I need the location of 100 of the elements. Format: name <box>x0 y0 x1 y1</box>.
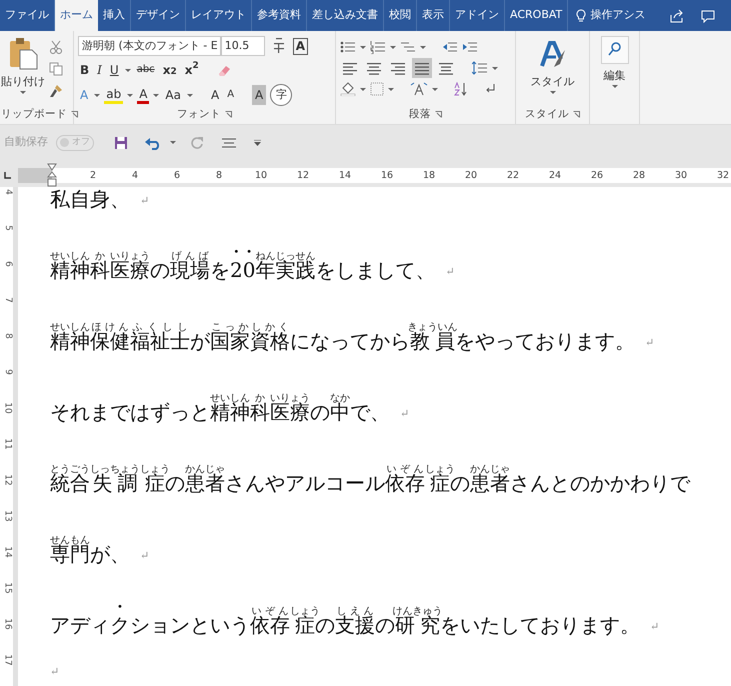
strikethrough-button[interactable]: abc <box>134 60 157 80</box>
ruler-number: 26 <box>590 169 604 183</box>
ruler-number: 24 <box>548 169 562 183</box>
grow-font-button[interactable]: A <box>208 85 222 105</box>
caret-icon[interactable] <box>186 94 193 96</box>
launcher-icon[interactable] <box>225 111 232 118</box>
styles-button[interactable]: スタイル <box>530 74 574 90</box>
comment-icon[interactable] <box>701 8 716 22</box>
ruler-number: 32 <box>716 169 730 183</box>
enclose-characters-button[interactable]: 字 <box>270 84 292 106</box>
editing-button[interactable]: 編集 <box>604 68 626 84</box>
launcher-icon[interactable] <box>435 111 442 118</box>
ruler-number: 6 <box>1 261 14 267</box>
ruler-number: 5 <box>1 225 14 231</box>
menu-icon[interactable] <box>222 136 236 148</box>
increase-indent-icon[interactable] <box>462 40 478 54</box>
character-shading-button[interactable]: A <box>252 85 266 105</box>
caret-icon[interactable] <box>127 94 134 96</box>
multilevel-list-icon[interactable] <box>400 40 416 54</box>
caret-icon[interactable] <box>360 46 366 48</box>
paragraph-mark: ↵ <box>50 664 60 680</box>
ruler-number: 14 <box>338 169 352 183</box>
italic-button[interactable]: I <box>95 60 104 80</box>
paragraph-mark: ↵ <box>650 618 660 634</box>
caret-icon[interactable] <box>432 88 438 90</box>
caret-icon[interactable] <box>360 88 366 90</box>
ruler-number: 20 <box>464 169 478 183</box>
style-brush-icon[interactable] <box>538 40 568 70</box>
highlight-button[interactable]: ab <box>104 86 124 104</box>
bold-button[interactable]: B <box>78 60 92 80</box>
caret-icon[interactable] <box>550 90 556 94</box>
caret-icon[interactable] <box>153 94 160 96</box>
caret-icon[interactable] <box>612 84 618 88</box>
paint-bucket-icon[interactable] <box>340 82 356 96</box>
numbering-icon[interactable] <box>370 40 386 54</box>
ruler-number: 16 <box>380 169 394 183</box>
ruler-number: 12 <box>1 474 14 486</box>
body-text: 私自身、 <box>50 188 130 211</box>
caret-icon[interactable] <box>390 46 396 48</box>
asian-layout-icon[interactable] <box>410 82 428 96</box>
ruler-number: 16 <box>1 618 14 630</box>
tab-selector-icon[interactable] <box>3 171 12 180</box>
ruler-number: 13 <box>1 510 14 522</box>
caret-icon[interactable] <box>20 90 26 94</box>
justify-icon[interactable] <box>412 58 432 78</box>
ruler-number: 9 <box>1 369 14 375</box>
ruler-number: 15 <box>1 582 14 594</box>
ruler-number: 10 <box>1 402 14 414</box>
font-name-field[interactable]: 游明朝 (本文のフォント - E <box>78 36 221 56</box>
caret-icon[interactable] <box>124 68 131 72</box>
borders-icon[interactable] <box>370 82 384 96</box>
group-label: 段落 <box>409 106 431 122</box>
caret-icon[interactable] <box>388 88 394 90</box>
ruler-number: 6 <box>172 169 182 183</box>
ruler-number: 30 <box>674 169 688 183</box>
ribbon-tab[interactable]: ホーム <box>55 0 98 31</box>
font-color-button[interactable]: A <box>137 86 150 104</box>
ruler-number: 8 <box>1 333 14 339</box>
indent-marker-icon[interactable] <box>47 163 57 187</box>
ruler-number: 14 <box>1 546 14 558</box>
shrink-font-button[interactable]: A <box>225 85 236 105</box>
brush-icon[interactable] <box>49 84 63 98</box>
paragraph-mark: ↵ <box>140 192 150 208</box>
bullets-icon[interactable] <box>340 40 356 54</box>
clipboard-icon[interactable] <box>8 36 38 70</box>
ruler-number: 2 <box>88 169 98 183</box>
sort-icon[interactable] <box>454 82 468 96</box>
paragraph-mark: ↵ <box>445 264 455 280</box>
subscript-button[interactable]: x$_{2}$ <box>160 60 179 80</box>
underline-button[interactable]: U <box>108 60 121 80</box>
share-icon[interactable] <box>669 8 686 22</box>
furigana-icon[interactable] <box>272 38 285 54</box>
superscript-button[interactable]: x$^{2}$ <box>182 60 201 80</box>
caret-icon[interactable] <box>420 46 426 48</box>
paste-button[interactable]: 貼り付け <box>1 74 45 90</box>
copy-icon[interactable] <box>49 62 63 76</box>
launcher-icon[interactable] <box>573 111 580 118</box>
scissors-icon[interactable] <box>49 40 63 54</box>
caret-icon[interactable] <box>492 66 498 70</box>
ruler-number: 10 <box>254 169 268 183</box>
tell-me-field[interactable]: 操作アシス <box>590 7 646 24</box>
search-icon[interactable] <box>600 36 628 64</box>
customize-caret-icon[interactable] <box>254 140 261 146</box>
ruler-number: 12 <box>296 169 310 183</box>
caret-icon[interactable] <box>94 94 100 96</box>
undo-icon[interactable] <box>144 136 162 150</box>
font-size-field[interactable]: 10.5 <box>220 36 265 56</box>
line-spacing-icon[interactable] <box>472 61 488 75</box>
character-border-button[interactable]: A <box>292 38 308 54</box>
change-case-button[interactable]: Aa <box>163 85 183 105</box>
ruler-number: 18 <box>422 169 436 183</box>
save-icon[interactable] <box>114 136 128 150</box>
caret-icon[interactable] <box>170 141 176 144</box>
ruler-number: 11 <box>1 438 14 450</box>
ruler-number: 4 <box>130 169 140 183</box>
launcher-icon[interactable] <box>71 111 78 118</box>
ruler-number: 4 <box>1 189 14 195</box>
lightbulb-icon[interactable] <box>576 8 586 22</box>
ruler-margin <box>18 168 52 183</box>
decrease-indent-icon[interactable] <box>442 40 458 54</box>
